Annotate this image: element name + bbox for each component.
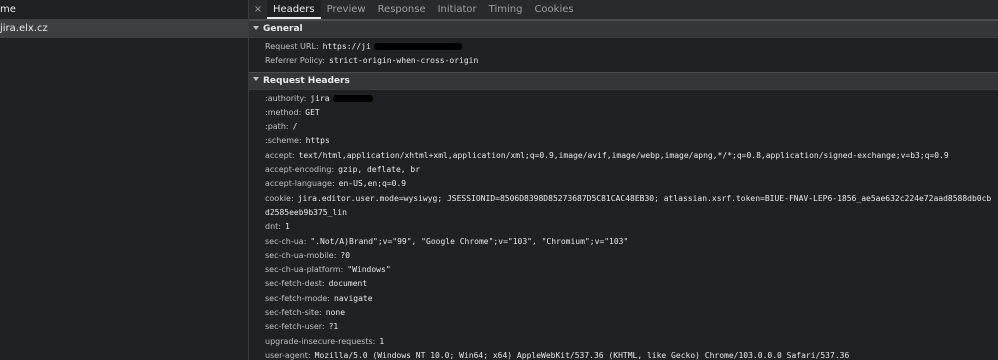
header-value[interactable]: ?1 [329, 322, 339, 331]
header-value[interactable]: en-US,en;q=0.9 [339, 179, 406, 188]
header-row-sec-fetch-site: sec-fetch-site: none [249, 306, 998, 320]
header-key: :scheme: [265, 136, 302, 146]
request-name: jira.elx.cz [0, 23, 48, 34]
header-key: :method: [265, 107, 302, 117]
header-row-accept-language: accept-language: en-US,en;q=0.9 [249, 177, 998, 191]
header-value[interactable]: none [326, 308, 345, 317]
header-row-sec-fetch-mode: sec-fetch-mode: navigate [249, 292, 998, 306]
header-row-user-agent: user-agent: Mozilla/5.0 (Windows NT 10.0;… [249, 349, 998, 360]
header-key: user-agent: [265, 350, 311, 360]
header-value[interactable]: https [306, 136, 330, 145]
header-row-sec-ch-ua-mobile: sec-ch-ua-mobile: ?0 [249, 249, 998, 263]
tab-cookies[interactable]: Cookies [528, 0, 579, 19]
request-list-panel: me jira.elx.cz [0, 0, 249, 360]
header-key: :path: [265, 122, 289, 132]
header-row-referrer-policy: Referrer Policy: strict-origin-when-cross… [249, 54, 998, 68]
header-value[interactable]: jira [310, 94, 329, 103]
header-key: accept-encoding: [265, 165, 335, 175]
header-value[interactable]: gzip, deflate, br [338, 165, 420, 174]
request-details-panel: × Headers Preview Response Initiator Tim… [249, 0, 998, 360]
header-value[interactable]: jira.editor.user.mode=wysiwyg; JSESSIONI… [265, 194, 991, 217]
header-key: sec-fetch-site: [265, 308, 322, 318]
header-value[interactable]: Mozilla/5.0 (Windows NT 10.0; Win64; x64… [315, 351, 850, 360]
header-row-dnt: dnt: 1 [249, 220, 998, 234]
header-key: sec-ch-ua: [265, 236, 307, 246]
header-row-sec-fetch-dest: sec-fetch-dest: document [249, 277, 998, 291]
header-key: sec-ch-ua-mobile: [265, 250, 337, 260]
header-row-upgrade-insecure-requests: upgrade-insecure-requests: 1 [249, 335, 998, 349]
header-row-cookie: cookie: jira.editor.user.mode=wysiwyg; JS… [249, 192, 998, 221]
header-key: dnt: [265, 222, 281, 232]
tab-preview[interactable]: Preview [321, 0, 372, 19]
header-row-path: :path: / [249, 120, 998, 134]
header-value[interactable]: document [329, 279, 368, 288]
header-key: Request URL: [265, 42, 319, 51]
header-key: cookie: [265, 193, 294, 203]
header-key: sec-fetch-user: [265, 322, 325, 332]
name-column-header[interactable]: me [0, 0, 248, 20]
header-value[interactable]: 1 [285, 222, 290, 231]
header-row-accept: accept: text/html,application/xhtml+xml,a… [249, 149, 998, 163]
request-headers-section: :authority: jira :method: GET :path: / :sch… [249, 90, 998, 360]
general-section: Request URL: https://ji Referrer Policy: s… [249, 38, 998, 72]
header-value[interactable]: ".Not/A)Brand";v="99", "Google Chrome";v… [310, 237, 628, 246]
header-key: :authority: [265, 93, 307, 103]
header-row-sec-ch-ua: sec-ch-ua: ".Not/A)Brand";v="99", "Google… [249, 235, 998, 249]
redaction-mark [332, 94, 373, 102]
header-value[interactable]: navigate [334, 294, 373, 303]
header-value[interactable]: "Windows" [347, 265, 390, 274]
expand-triangle-icon [253, 25, 259, 30]
header-value[interactable]: ?0 [340, 251, 350, 260]
tab-headers[interactable]: Headers [267, 0, 321, 19]
general-section-header[interactable]: General [249, 20, 998, 38]
expand-triangle-icon [253, 77, 259, 82]
details-tabbar: × Headers Preview Response Initiator Tim… [249, 0, 998, 20]
header-key: sec-ch-ua-platform: [265, 265, 344, 275]
general-section-title: General [263, 24, 303, 34]
header-row-scheme: :scheme: https [249, 134, 998, 148]
request-row-selected[interactable]: jira.elx.cz [0, 20, 248, 38]
header-value[interactable]: / [293, 122, 298, 131]
header-value[interactable]: GET [305, 108, 319, 117]
request-headers-section-header[interactable]: Request Headers [249, 71, 998, 90]
close-icon[interactable]: × [249, 0, 267, 19]
devtools-network-panel: me jira.elx.cz × Headers Preview Respons… [0, 0, 998, 360]
header-row-accept-encoding: accept-encoding: gzip, deflate, br [249, 163, 998, 177]
header-key: sec-fetch-dest: [265, 279, 325, 289]
tab-initiator[interactable]: Initiator [432, 0, 483, 19]
header-value[interactable]: text/html,application/xhtml+xml,applicat… [299, 151, 949, 160]
header-value[interactable]: 1 [379, 337, 384, 346]
tab-response[interactable]: Response [372, 0, 432, 19]
header-row-request-url: Request URL: https://ji [249, 40, 998, 54]
header-key: upgrade-insecure-requests: [265, 336, 376, 346]
tab-timing[interactable]: Timing [483, 0, 529, 19]
header-value[interactable]: strict-origin-when-cross-origin [329, 56, 478, 65]
header-value[interactable]: https://ji [323, 42, 371, 51]
header-row-sec-fetch-user: sec-fetch-user: ?1 [249, 320, 998, 334]
redaction-mark [373, 43, 462, 50]
header-row-method: :method: GET [249, 106, 998, 120]
header-row-authority: :authority: jira [249, 92, 998, 106]
header-key: Referrer Policy: [265, 56, 325, 66]
header-row-sec-ch-ua-platform: sec-ch-ua-platform: "Windows" [249, 263, 998, 277]
header-key: accept-language: [265, 179, 335, 189]
request-headers-section-title: Request Headers [263, 75, 350, 86]
header-key: sec-fetch-mode: [265, 293, 330, 303]
header-key: accept: [265, 150, 295, 160]
